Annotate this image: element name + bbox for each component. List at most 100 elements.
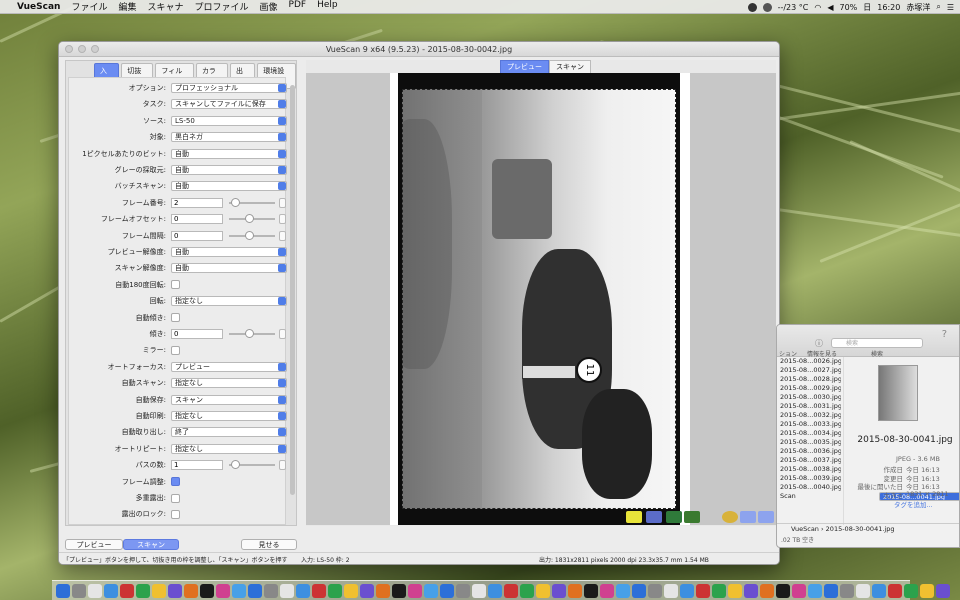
add-tags-link[interactable]: タグを追加...	[894, 499, 933, 509]
setting-select[interactable]: 黒白ネガ	[171, 132, 287, 143]
dock-app-icon[interactable]	[440, 583, 454, 598]
preview-tab[interactable]: プレビュー	[500, 60, 549, 74]
dock-app-icon[interactable]	[872, 583, 886, 598]
dock-app-icon[interactable]	[648, 583, 662, 598]
show-button[interactable]: 見せる	[241, 539, 297, 550]
dock-app-icon[interactable]	[536, 583, 550, 598]
volume-icon[interactable]: ◀	[827, 3, 833, 12]
file-list-item[interactable]: 2015-08...0031.jpg	[777, 402, 841, 411]
setting-number-field[interactable]: 0	[171, 230, 223, 241]
file-list-item[interactable]: 2015-08...0028.jpg	[777, 375, 841, 384]
dock-app-icon[interactable]	[456, 583, 470, 598]
setting-select[interactable]: プロフェッショナル	[171, 83, 287, 93]
dock-app-icon[interactable]	[200, 583, 214, 598]
dock-app-icon[interactable]	[904, 583, 918, 598]
dock-app-icon[interactable]	[504, 583, 518, 598]
dock-app-icon[interactable]	[552, 583, 566, 598]
menu-item[interactable]: PDF	[289, 0, 307, 13]
setting-select[interactable]: LS-50	[171, 115, 287, 126]
dock-app-icon[interactable]	[296, 583, 310, 598]
setting-checkbox[interactable]	[171, 477, 180, 487]
zoom-icon[interactable]	[722, 511, 738, 523]
setting-select[interactable]: 自動	[171, 263, 287, 274]
setting-slider[interactable]	[229, 214, 275, 224]
setting-checkbox[interactable]	[171, 313, 180, 323]
setting-number-field[interactable]: 0	[171, 214, 223, 225]
dock-app-icon[interactable]	[376, 583, 390, 598]
dock-app-icon[interactable]	[936, 583, 950, 598]
help-icon[interactable]: ?	[942, 329, 947, 340]
settings-scrollbar[interactable]	[290, 77, 295, 517]
dock-app-icon[interactable]	[248, 583, 262, 598]
setting-select[interactable]: 自動	[171, 181, 287, 192]
file-list-item[interactable]: 2015-08...0034.jpg	[777, 429, 841, 438]
status-icon[interactable]	[762, 2, 772, 12]
dock-app-icon[interactable]	[600, 583, 614, 598]
setting-select[interactable]: 指定なし	[171, 443, 287, 454]
battery-text[interactable]: 70%	[840, 3, 858, 12]
dock-app-icon[interactable]	[280, 583, 294, 598]
setting-stepper[interactable]	[279, 230, 286, 241]
dock-app-icon[interactable]	[856, 583, 870, 598]
dock-app-icon[interactable]	[728, 583, 742, 598]
setting-slider[interactable]	[229, 460, 275, 470]
dock-app-icon[interactable]	[424, 583, 438, 598]
spotlight-icon[interactable]: ⌕	[936, 2, 940, 12]
dock-app-icon[interactable]	[88, 583, 102, 598]
setting-slider[interactable]	[229, 230, 275, 240]
menu-item[interactable]: プロファイル	[195, 0, 249, 13]
setting-select[interactable]: スキャンしてファイルに保存	[171, 99, 287, 110]
notification-icon[interactable]: ☰	[947, 3, 954, 12]
eject-icon[interactable]	[666, 511, 682, 523]
dock-app-icon[interactable]	[776, 583, 790, 598]
finder-search-input[interactable]: 検索	[831, 338, 923, 348]
file-list-item[interactable]: 2015-08...0036.jpg	[777, 447, 841, 456]
setting-select[interactable]: 自動	[171, 148, 287, 159]
dock-app-icon[interactable]	[712, 583, 726, 598]
menu-item[interactable]: 画像	[260, 0, 278, 13]
file-list-item[interactable]: 2015-08...0030.jpg	[777, 393, 841, 402]
status-icon[interactable]	[747, 2, 757, 12]
dock-app-icon[interactable]	[312, 583, 326, 598]
dock-app-icon[interactable]	[568, 583, 582, 598]
clock[interactable]: 16:20	[877, 3, 900, 12]
setting-select[interactable]: プレビュー	[171, 361, 287, 372]
setting-select[interactable]: 自動	[171, 247, 287, 257]
file-list-item[interactable]: 2015-08...0040.jpg	[777, 483, 841, 492]
dock-app-icon[interactable]	[632, 583, 646, 598]
dock-app-icon[interactable]	[472, 583, 486, 598]
day-text[interactable]: 日	[863, 2, 871, 13]
prev-arrow-icon[interactable]	[740, 511, 756, 523]
setting-select[interactable]: 終了	[171, 427, 287, 438]
menu-item[interactable]: Help	[317, 0, 338, 13]
setting-select[interactable]: 指定なし	[171, 411, 287, 421]
menu-item[interactable]: 編集	[118, 0, 136, 13]
dock-app-icon[interactable]	[888, 583, 902, 598]
file-list-item[interactable]: 2015-08...0038.jpg	[777, 465, 841, 474]
path-segment[interactable]: VueScan	[791, 525, 819, 533]
setting-stepper[interactable]	[279, 329, 286, 339]
dock-app-icon[interactable]	[920, 583, 934, 598]
dock-app-icon[interactable]	[360, 583, 374, 598]
menu-app-name[interactable]: VueScan	[17, 2, 60, 12]
path-segment[interactable]: 2015-08-30-0041.jpg	[826, 525, 895, 533]
file-list-item[interactable]: 2015-08...0029.jpg	[777, 384, 841, 393]
dock-app-icon[interactable]	[760, 583, 774, 598]
file-list-item[interactable]: 2015-08...0032.jpg	[777, 411, 841, 420]
setting-select[interactable]: 指定なし	[171, 378, 287, 389]
preview-canvas[interactable]: 11	[306, 73, 776, 525]
dock-app-icon[interactable]	[392, 583, 406, 598]
file-list-item[interactable]: 2015-08...0033.jpg	[777, 420, 841, 429]
setting-number-field[interactable]: 1	[171, 460, 223, 471]
dock-app-icon[interactable]	[696, 583, 710, 598]
dock-app-icon[interactable]	[104, 583, 118, 598]
file-list-item[interactable]: 2015-08...0027.jpg	[777, 366, 841, 375]
dock-app-icon[interactable]	[136, 583, 150, 598]
dock-app-icon[interactable]	[216, 583, 230, 598]
dock-app-icon[interactable]	[328, 583, 342, 598]
dock-app-icon[interactable]	[808, 583, 822, 598]
dock-app-icon[interactable]	[168, 583, 182, 598]
dock-app-icon[interactable]	[744, 583, 758, 598]
setting-slider[interactable]	[229, 197, 275, 207]
dock-app-icon[interactable]	[840, 583, 854, 598]
